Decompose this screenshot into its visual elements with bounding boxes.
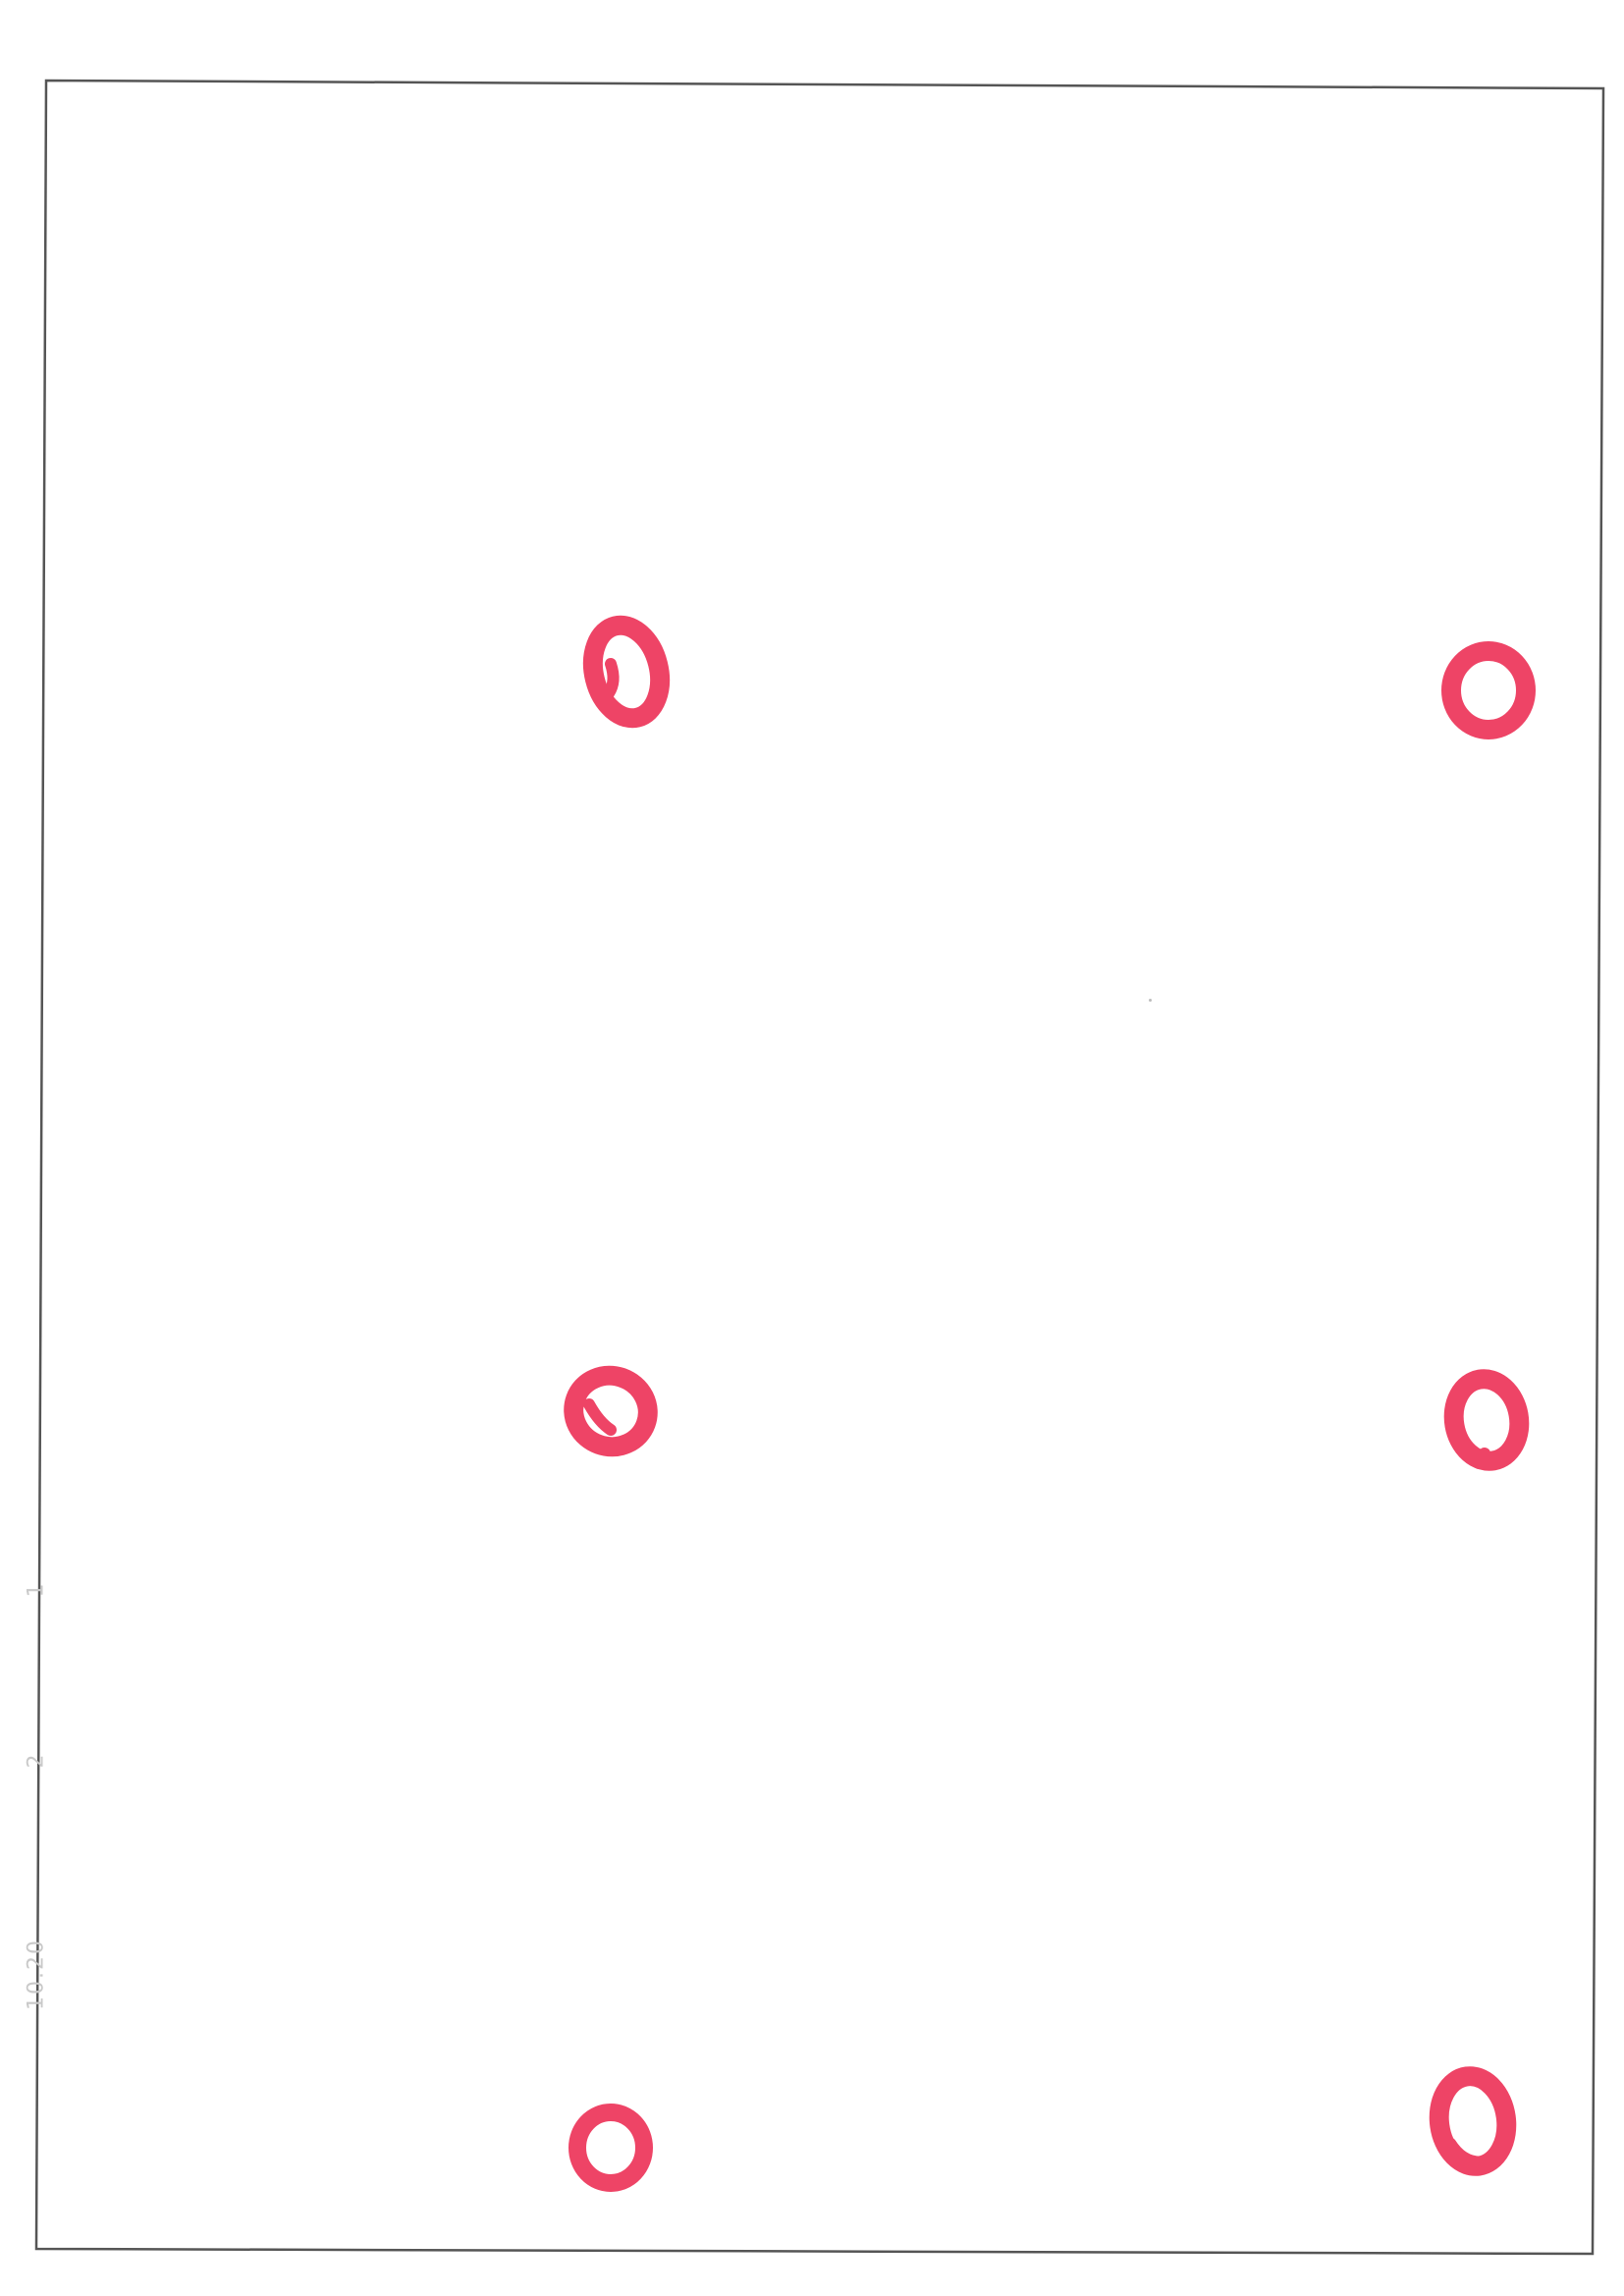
circle-mark-top-left <box>582 615 671 729</box>
circle-mark-bottom-right <box>1429 2066 1517 2176</box>
circle-mark-middle-left <box>564 1365 658 1457</box>
circle-mark-middle-right <box>1443 1369 1530 1471</box>
circle-mark-top-right <box>1441 641 1536 739</box>
circle-marks <box>564 615 1536 2192</box>
circle-mark-bottom-left <box>568 2104 653 2192</box>
scanned-page: 1 2 10.20 <box>0 0 1624 2296</box>
